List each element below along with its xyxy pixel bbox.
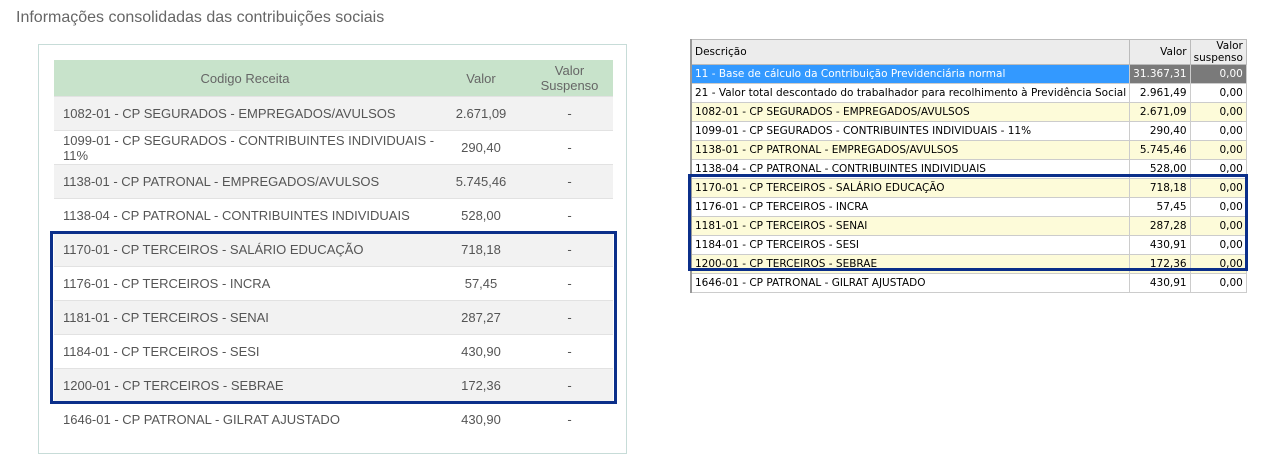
highlight-box-terceiros-left	[50, 231, 617, 404]
value-cell: 2.671,09	[1129, 102, 1191, 122]
suspended-value-cell: -	[526, 198, 613, 233]
description-cell: 1082-01 - CP SEGURADOS - EMPREGADOS/AVUL…	[54, 96, 436, 131]
header-codigo-receita: Codigo Receita	[54, 60, 436, 97]
suspended-value-cell: 0,00	[1189, 121, 1247, 141]
suspended-value-cell: 0,00	[1189, 273, 1247, 293]
table-row[interactable]: 11 - Base de cálculo da Contribuição Pre…	[690, 64, 1247, 84]
page-title: Informações consolidadas das contribuiçõ…	[16, 9, 385, 26]
header-valor-suspenso: Valor Suspenso	[526, 60, 613, 97]
description-cell: 21 - Valor total descontado do trabalhad…	[690, 83, 1131, 103]
table-row[interactable]: 1082-01 - CP SEGURADOS - EMPREGADOS/AVUL…	[54, 96, 613, 131]
highlight-box-terceiros-right	[688, 174, 1248, 271]
description-cell: 1099-01 - CP SEGURADOS - CONTRIBUINTES I…	[54, 130, 436, 165]
value-cell: 528,00	[436, 198, 526, 233]
table-row[interactable]: 21 - Valor total descontado do trabalhad…	[690, 83, 1247, 103]
value-cell: 430,90	[436, 402, 526, 436]
table-row[interactable]: 1082-01 - CP SEGURADOS - EMPREGADOS/AVUL…	[690, 102, 1247, 122]
value-cell: 2.961,49	[1129, 83, 1191, 103]
value-cell: 430,91	[1129, 273, 1191, 293]
suspended-value-cell: -	[526, 130, 613, 165]
suspended-value-cell: -	[526, 96, 613, 131]
header-valor: Valor	[436, 60, 526, 97]
table-row[interactable]: 1138-04 - CP PATRONAL - CONTRIBUINTES IN…	[54, 198, 613, 233]
value-cell: 5.745,46	[1129, 140, 1191, 160]
description-cell: 11 - Base de cálculo da Contribuição Pre…	[690, 64, 1131, 84]
description-cell: 1138-01 - CP PATRONAL - EMPREGADOS/AVULS…	[54, 164, 436, 199]
value-cell: 290,40	[436, 130, 526, 165]
description-cell: 1138-04 - CP PATRONAL - CONTRIBUINTES IN…	[54, 198, 436, 233]
value-cell: 31.367,31	[1129, 64, 1191, 84]
description-cell: 1138-01 - CP PATRONAL - EMPREGADOS/AVULS…	[690, 140, 1131, 160]
table-row[interactable]: 1138-01 - CP PATRONAL - EMPREGADOS/AVULS…	[54, 164, 613, 199]
suspended-value-cell: 0,00	[1189, 140, 1247, 160]
table-row[interactable]: 1646-01 - CP PATRONAL - GILRAT AJUSTADO 4…	[54, 402, 613, 436]
description-cell: 1099-01 - CP SEGURADOS - CONTRIBUINTES I…	[690, 121, 1131, 141]
table-row[interactable]: 1099-01 - CP SEGURADOS - CONTRIBUINTES I…	[54, 130, 613, 165]
value-cell: 290,40	[1129, 121, 1191, 141]
value-cell: 5.745,46	[436, 164, 526, 199]
value-cell: 2.671,09	[436, 96, 526, 131]
suspended-value-cell: -	[526, 164, 613, 199]
table-row[interactable]: 1138-01 - CP PATRONAL - EMPREGADOS/AVULS…	[690, 140, 1247, 160]
header-valor-suspenso[interactable]: Valor suspenso	[1189, 39, 1247, 65]
suspended-value-cell: 0,00	[1189, 102, 1247, 122]
table-row[interactable]: 1099-01 - CP SEGURADOS - CONTRIBUINTES I…	[690, 121, 1247, 141]
table-row[interactable]: 1646-01 - CP PATRONAL - GILRAT AJUSTADO 4…	[690, 273, 1247, 293]
description-cell: 1082-01 - CP SEGURADOS - EMPREGADOS/AVUL…	[690, 102, 1131, 122]
header-valor[interactable]: Valor	[1129, 39, 1191, 65]
description-cell: 1646-01 - CP PATRONAL - GILRAT AJUSTADO	[54, 402, 436, 436]
suspended-value-cell: 0,00	[1189, 64, 1247, 84]
header-descricao[interactable]: Descrição	[690, 39, 1131, 65]
description-cell: 1646-01 - CP PATRONAL - GILRAT AJUSTADO	[690, 273, 1131, 293]
suspended-value-cell: 0,00	[1189, 83, 1247, 103]
suspended-value-cell: -	[526, 402, 613, 436]
